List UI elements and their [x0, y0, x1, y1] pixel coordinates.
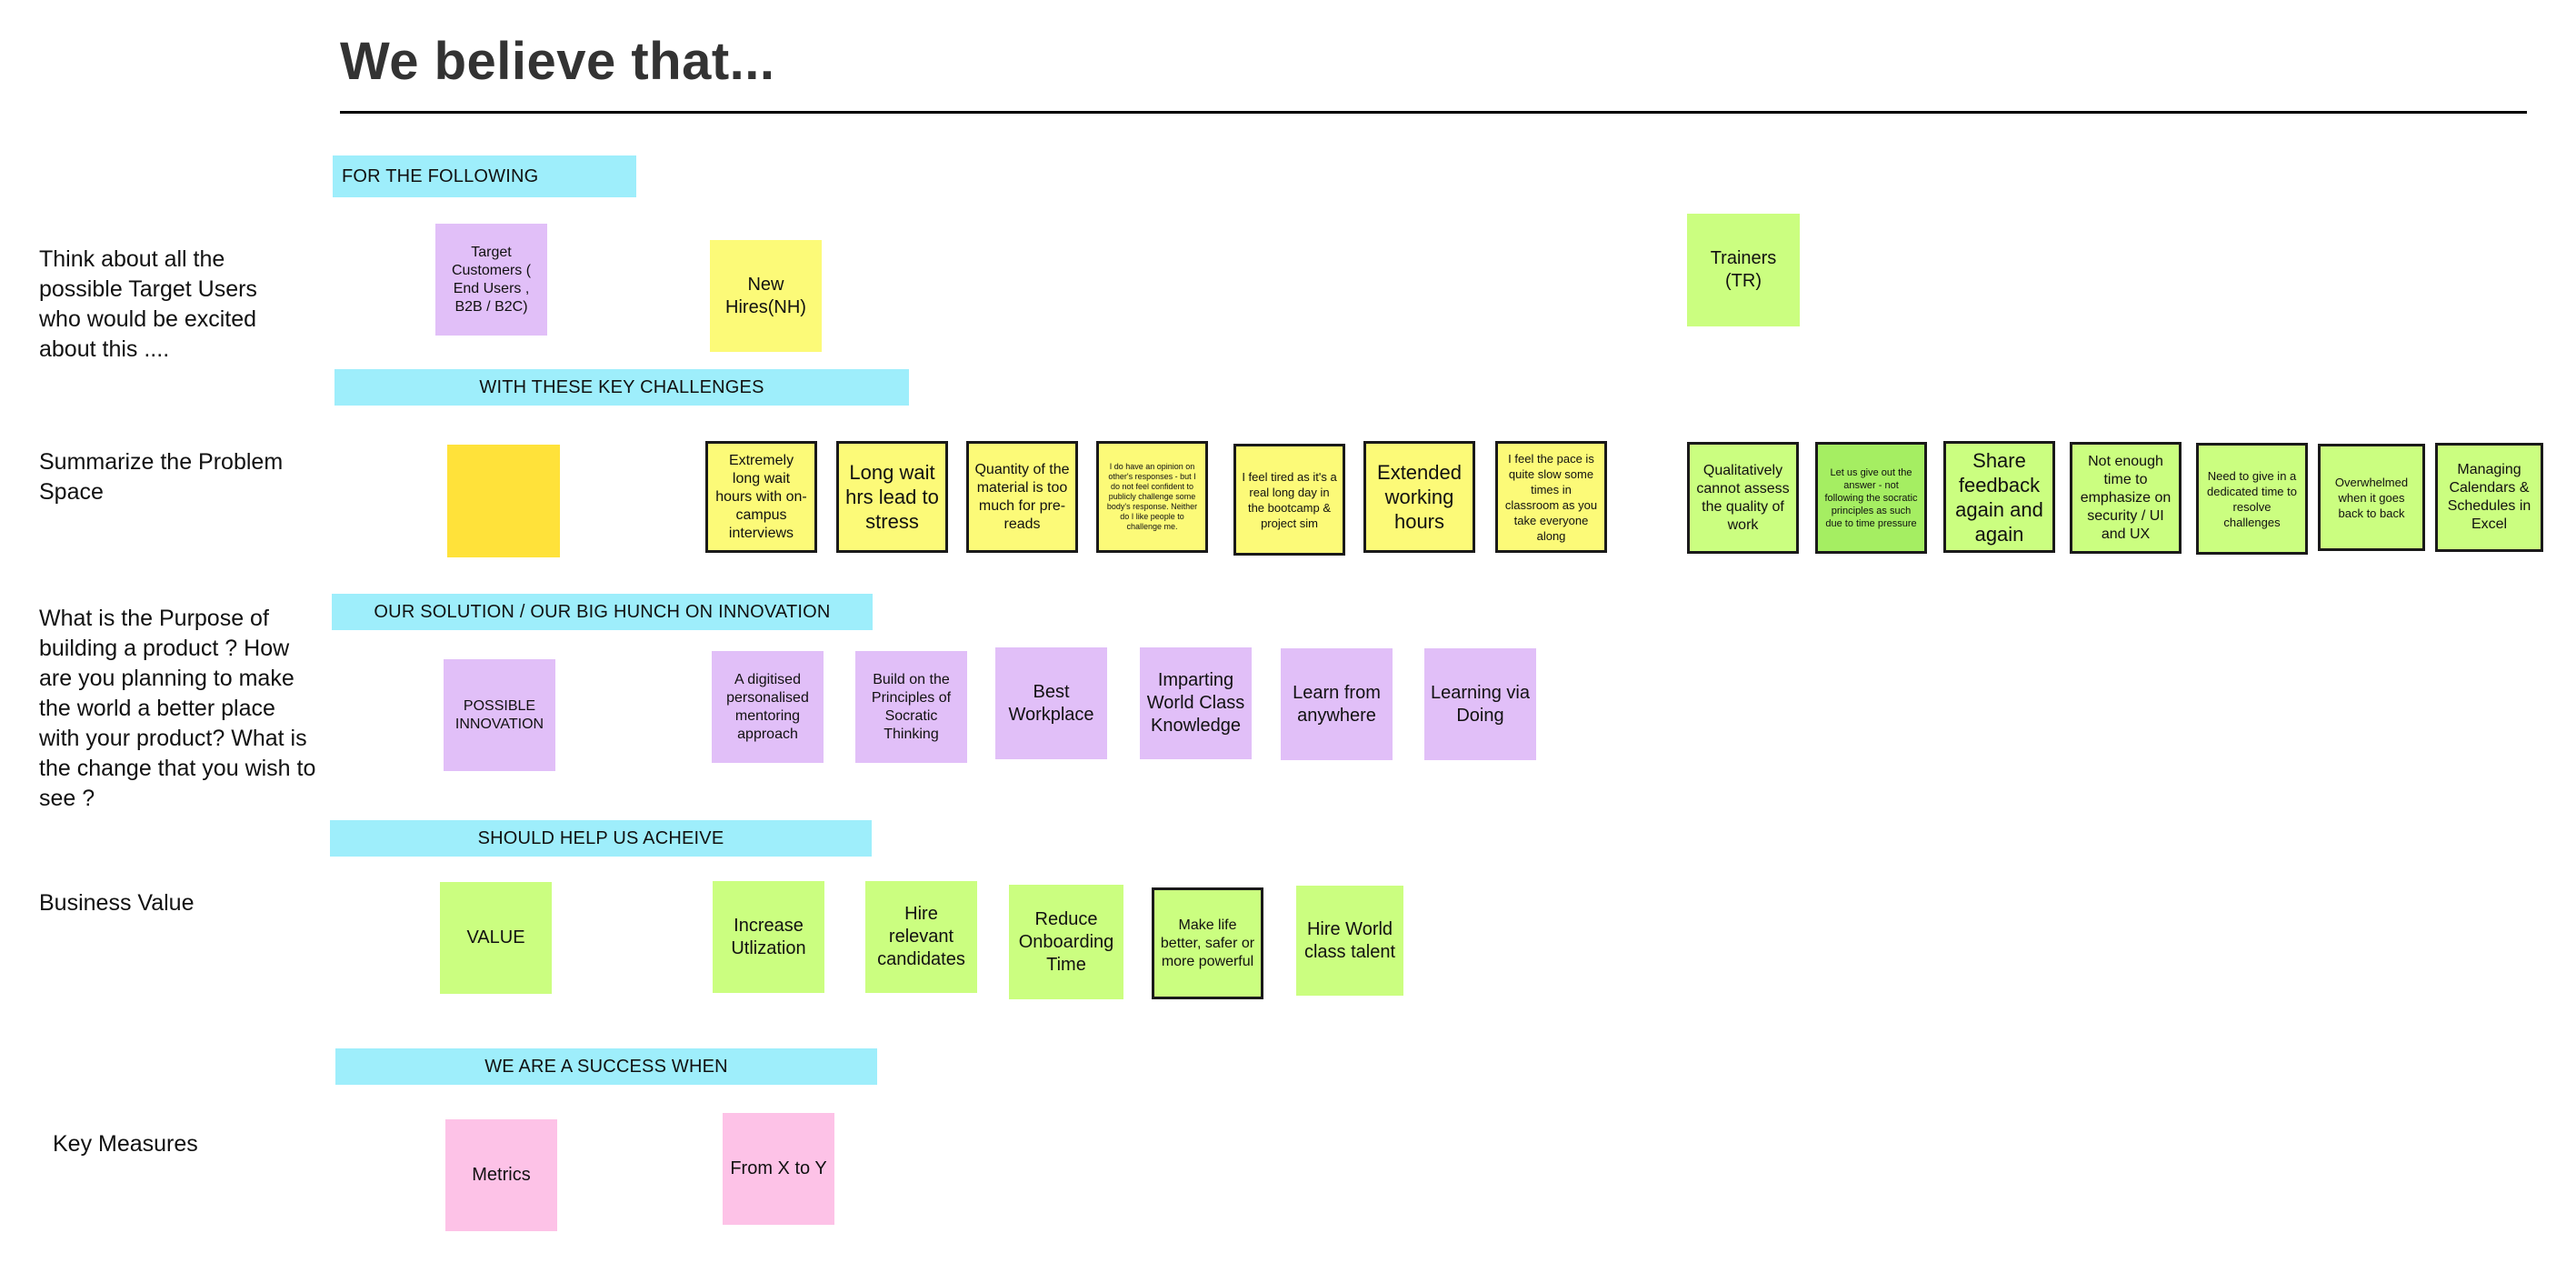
sticky-note-possible-innovation[interactable]: POSSIBLE INNOVATION — [444, 659, 555, 771]
sticky-note-challenge[interactable]: Not enough time to emphasize on security… — [2070, 442, 2182, 554]
sticky-note-blank[interactable] — [447, 445, 560, 557]
sticky-note-challenge[interactable]: Long wait hrs lead to stress — [836, 441, 948, 553]
row-label-problem-space: Summarize the Problem Space — [39, 449, 284, 505]
row-label-purpose: What is the Purpose of building a produc… — [39, 606, 316, 811]
sticky-note-business-value[interactable]: Increase Utlization — [713, 881, 824, 993]
row-label-business-value: Business Value — [39, 890, 195, 916]
sticky-note-target-customers[interactable]: Target Customers ( End Users , B2B / B2C… — [435, 224, 547, 336]
sticky-note-challenge[interactable]: Overwhelmed when it goes back to back — [2318, 444, 2425, 551]
sticky-note-challenge[interactable]: Let us give out the answer - not followi… — [1815, 442, 1927, 554]
row-label-key-measures: Key Measures — [53, 1131, 198, 1157]
section-banner-success-when[interactable]: WE ARE A SUCCESS WHEN — [335, 1048, 877, 1085]
sticky-note-business-value[interactable]: Hire World class talent — [1296, 886, 1403, 996]
sticky-note-challenge[interactable]: Qualitatively cannot assess the quality … — [1687, 442, 1799, 554]
section-banner-should-help-achieve[interactable]: SHOULD HELP US ACHEIVE — [330, 820, 872, 857]
sticky-note-challenge[interactable]: I do have an opinion on other's response… — [1096, 441, 1208, 553]
sticky-note-challenge[interactable]: Need to give in a dedicated time to reso… — [2196, 443, 2308, 555]
sticky-note-challenge[interactable]: I feel tired as it's a real long day in … — [1233, 444, 1345, 556]
section-banner-key-challenges[interactable]: WITH THESE KEY CHALLENGES — [334, 369, 909, 406]
sticky-note-solution[interactable]: Best Workplace — [995, 647, 1107, 759]
row-label-target-users: Think about all the possible Target User… — [39, 246, 257, 362]
sticky-note-value[interactable]: VALUE — [440, 882, 552, 994]
title-divider — [340, 111, 2527, 114]
section-banner-our-solution[interactable]: OUR SOLUTION / OUR BIG HUNCH ON INNOVATI… — [332, 594, 873, 630]
sticky-note-from-x-to-y[interactable]: From X to Y — [723, 1113, 834, 1225]
sticky-note-solution[interactable]: Learning via Doing — [1424, 648, 1536, 760]
sticky-note-challenge[interactable]: Share feedback again and again — [1943, 441, 2055, 553]
sticky-note-business-value[interactable]: Make life better, safer or more powerful — [1152, 887, 1263, 999]
sticky-note-solution[interactable]: A digitised personalised mentoring appro… — [712, 651, 824, 763]
sticky-note-new-hires[interactable]: New Hires(NH) — [710, 240, 822, 352]
section-banner-for-the-following[interactable]: FOR THE FOLLOWING — [333, 155, 636, 197]
sticky-note-business-value[interactable]: Reduce Onboarding Time — [1009, 885, 1123, 999]
sticky-note-trainers[interactable]: Trainers (TR) — [1687, 214, 1800, 326]
sticky-note-business-value[interactable]: Hire relevant candidates — [865, 881, 977, 993]
sticky-note-solution[interactable]: Imparting World Class Knowledge — [1140, 647, 1252, 759]
sticky-note-challenge[interactable]: I feel the pace is quite slow some times… — [1495, 441, 1607, 553]
sticky-note-challenge[interactable]: Managing Calendars & Schedules in Excel — [2435, 443, 2543, 552]
sticky-note-challenge[interactable]: Extended working hours — [1363, 441, 1475, 553]
board-title: We believe that... — [340, 32, 775, 91]
sticky-note-solution[interactable]: Learn from anywhere — [1281, 648, 1393, 760]
sticky-note-metrics[interactable]: Metrics — [445, 1119, 557, 1231]
sticky-note-challenge[interactable]: Quantity of the material is too much for… — [966, 441, 1078, 553]
sticky-note-solution[interactable]: Build on the Principles of Socratic Thin… — [855, 651, 967, 763]
sticky-note-challenge[interactable]: Extremely long wait hours with on-campus… — [705, 441, 817, 553]
